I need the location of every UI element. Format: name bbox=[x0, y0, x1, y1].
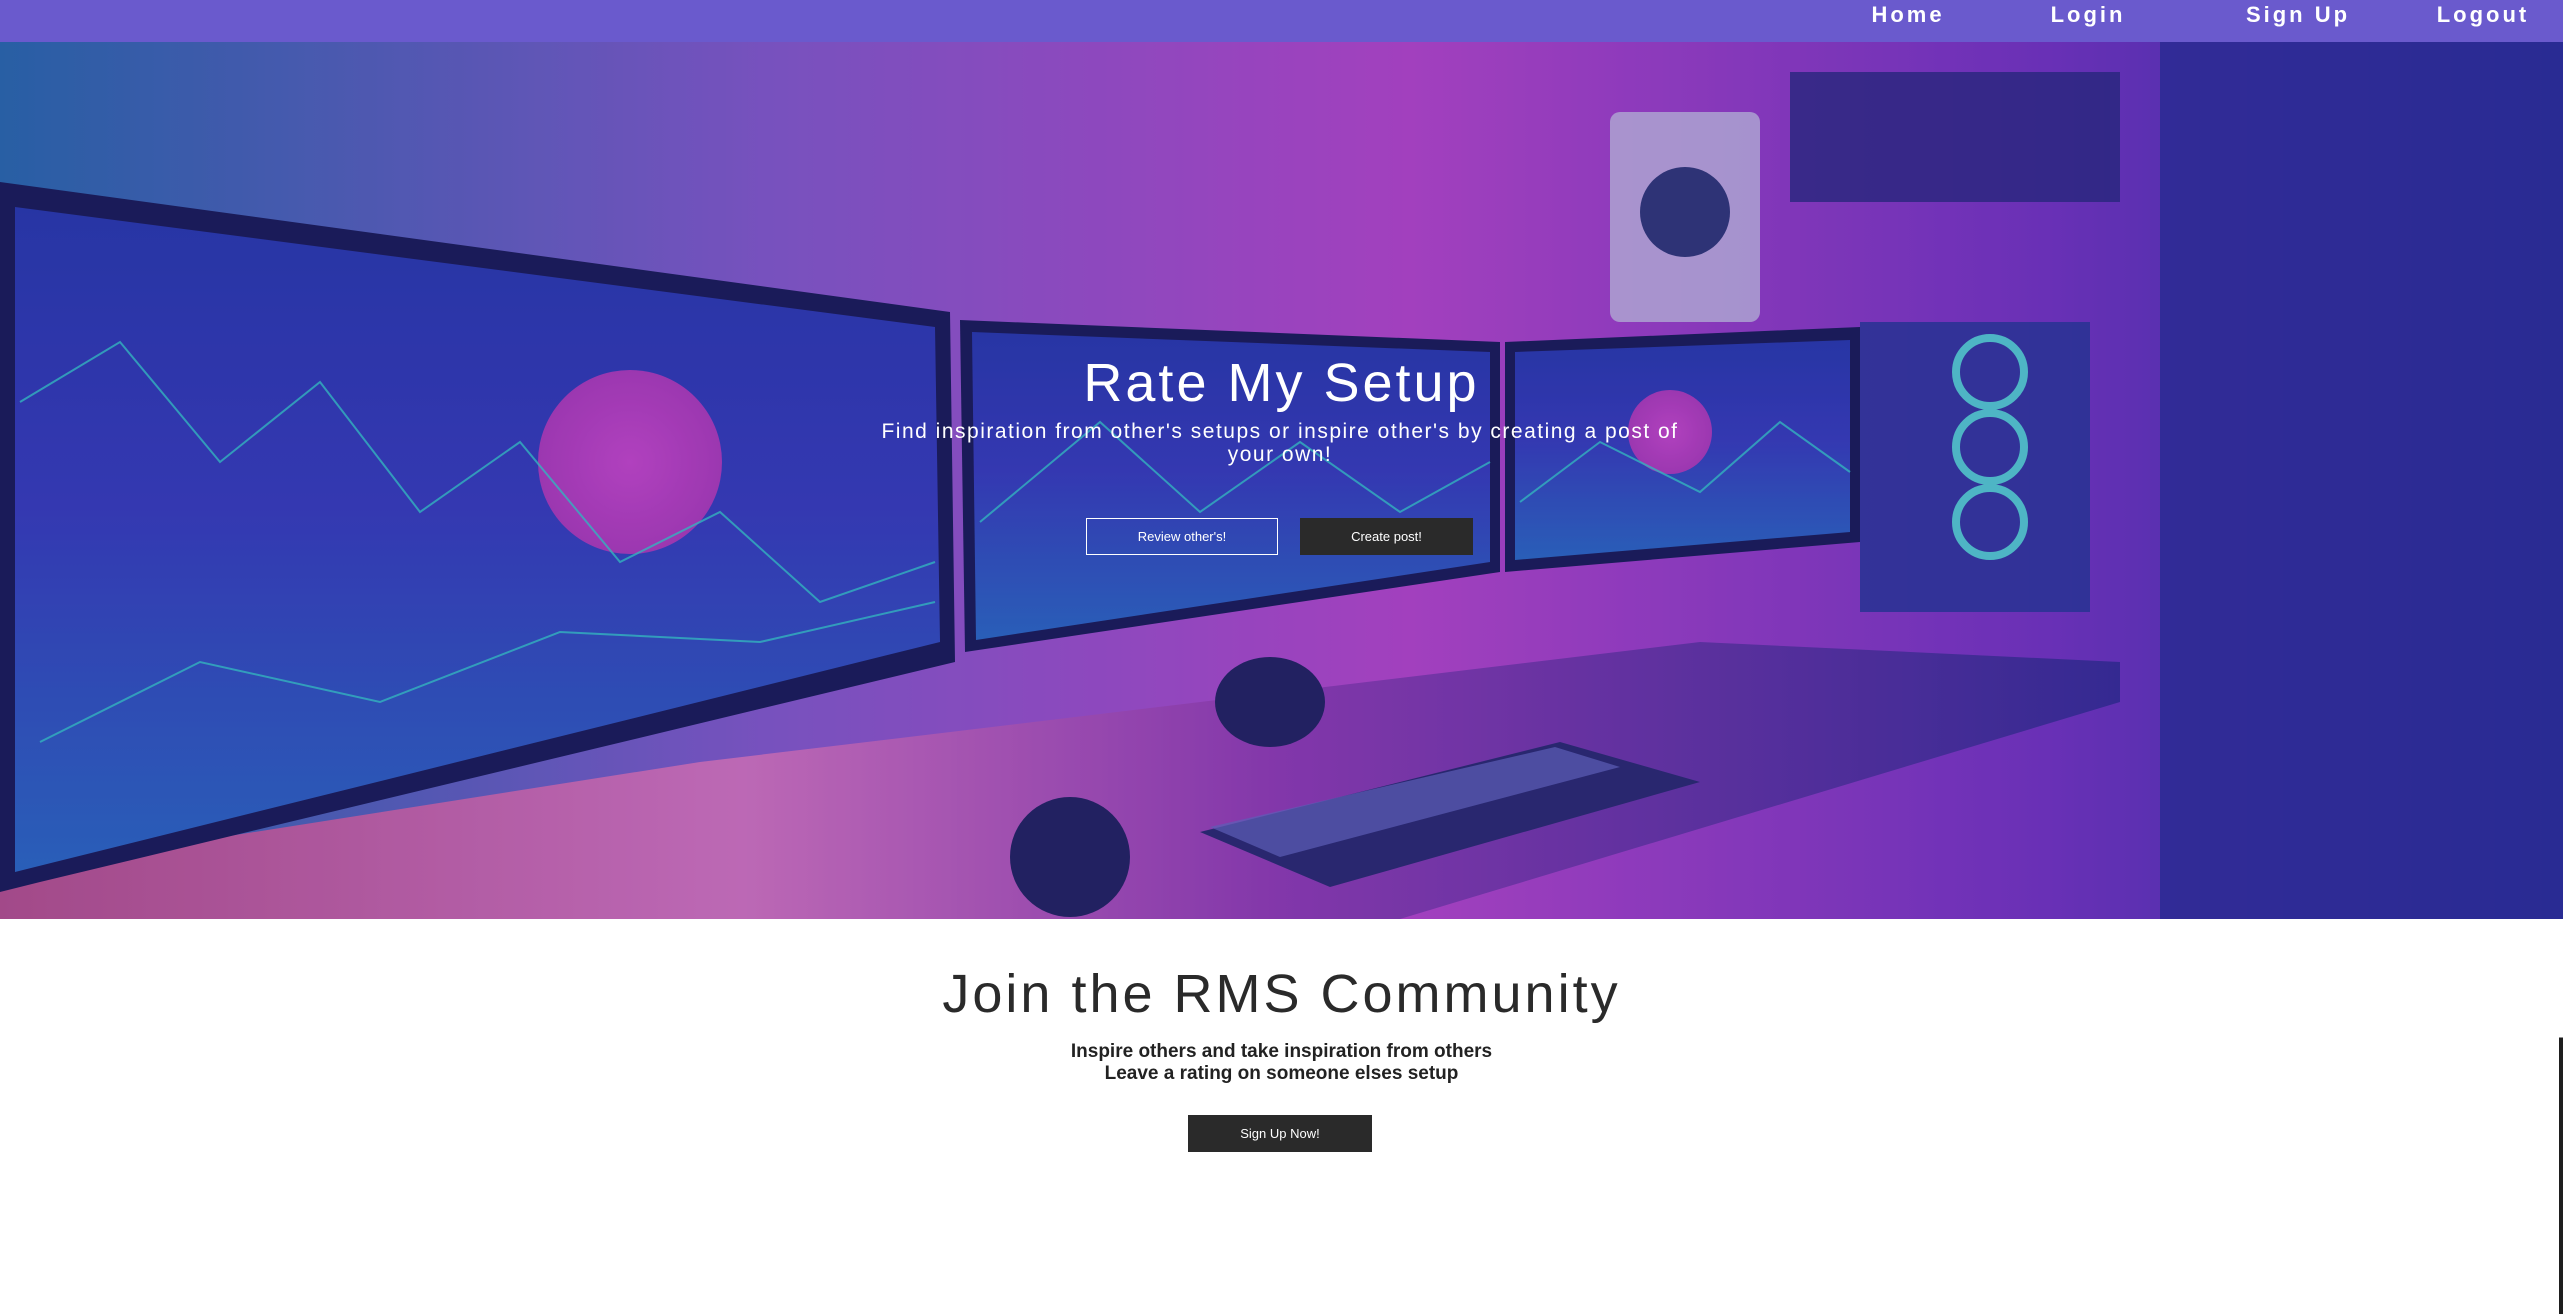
sign-up-now-button[interactable]: Sign Up Now! bbox=[1188, 1115, 1372, 1152]
window-edge bbox=[2559, 919, 2563, 1314]
hero-subtitle: Find inspiration from other's setups or … bbox=[881, 420, 1679, 466]
community-description-line2: Leave a rating on someone elses setup bbox=[1104, 1063, 1459, 1084]
community-title: Join the RMS Community bbox=[942, 964, 1621, 1024]
hero-content: Rate My Setup Find inspiration from othe… bbox=[0, 42, 2563, 919]
nav-login-link[interactable]: Login bbox=[2028, 2, 2148, 28]
nav-logout-link[interactable]: Logout bbox=[2413, 2, 2553, 28]
community-section: Join the RMS Community Inspire others an… bbox=[0, 919, 2563, 1314]
nav-signup-link[interactable]: Sign Up bbox=[2218, 2, 2378, 28]
hero-title: Rate My Setup bbox=[1083, 353, 1480, 413]
top-navbar: Home Login Sign Up Logout bbox=[0, 0, 2563, 42]
hero-section: Rate My Setup Find inspiration from othe… bbox=[0, 42, 2563, 919]
nav-home-link[interactable]: Home bbox=[1848, 2, 1968, 28]
review-others-button[interactable]: Review other's! bbox=[1086, 518, 1278, 555]
create-post-button[interactable]: Create post! bbox=[1300, 518, 1473, 555]
community-description-line1: Inspire others and take inspiration from… bbox=[1070, 1041, 1493, 1062]
